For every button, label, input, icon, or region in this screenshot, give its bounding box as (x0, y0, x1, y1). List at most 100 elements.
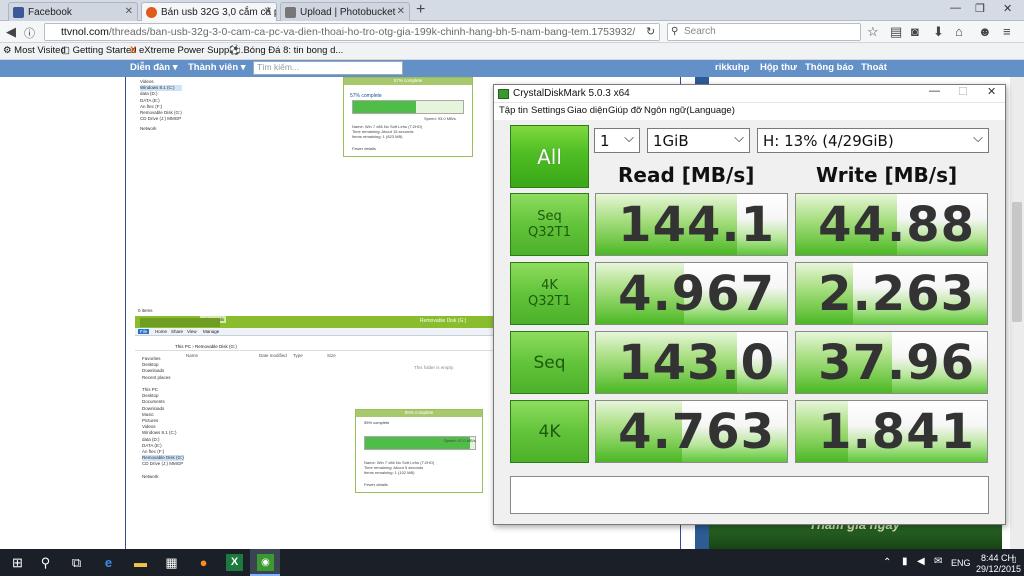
page-info-icon[interactable]: ⓘ (24, 25, 35, 41)
embedded-nav-tree: Favorites Desktop Downloads Recent place… (142, 356, 184, 480)
home-icon[interactable]: ⌂ (955, 24, 963, 39)
close-icon[interactable]: ✕ (125, 6, 133, 17)
tab-photobucket[interactable]: Upload | Photobucket ✕ (280, 2, 410, 21)
4k-q32t1-button[interactable]: 4K Q32T1 (510, 262, 589, 325)
network-icon[interactable]: ▮ (902, 556, 908, 567)
minimize-icon[interactable]: — (950, 2, 961, 14)
tab-title: Bán usb 32G 3,0 cắm cả p... (161, 6, 277, 18)
seq-q32t1-read-value: 144.1 (618, 197, 775, 253)
window-title: CrystalDiskMark 5.0.3 x64 (513, 88, 630, 99)
url-bar[interactable]: ttvnol.com/threads/ban-usb-32g-3-0-cam-c… (44, 23, 660, 41)
4k-write-cell: 1.841 (795, 400, 988, 463)
site-search-input[interactable]: Tìm kiếm... (253, 61, 403, 75)
file-explorer-icon[interactable]: ▬ (132, 554, 149, 571)
back-button[interactable]: ◀ (6, 24, 16, 40)
minimize-icon[interactable]: — (929, 85, 940, 97)
nav-inbox[interactable]: Hộp thư (760, 62, 797, 73)
crystaldiskmark-icon[interactable]: ◉ (257, 554, 274, 571)
dialog-fewer-details: Fewer details (352, 146, 376, 151)
chevron-up-icon[interactable]: ⌃ (883, 557, 891, 568)
volume-icon[interactable]: ◀ (917, 556, 925, 567)
restore-icon[interactable]: ❐ (975, 2, 985, 15)
window-titlebar[interactable]: CrystalDiskMark 5.0.3 x64 — ☐ ✕ (494, 85, 1005, 103)
ribbon-tab: View (187, 329, 197, 334)
bookmark-most-visited[interactable]: ⚙ Most Visited (3, 45, 66, 56)
ribbon-tab: File (138, 329, 150, 334)
seq-write-value: 37.96 (818, 335, 975, 391)
scroll-thumb[interactable] (1012, 202, 1022, 322)
page-icon (285, 6, 296, 18)
bookmarks-bar: ⚙ Most Visited ▢ Getting Started X eXtre… (0, 43, 1024, 60)
4k-q32t1-read-cell: 4.967 (595, 262, 788, 325)
excel-icon[interactable]: X (226, 554, 243, 571)
all-button[interactable]: All (510, 125, 589, 188)
url-path: /threads/ban-usb-32g-3-0-cam-ca-pc-va-di… (108, 26, 636, 38)
content-border-left (125, 77, 126, 549)
menu-file[interactable]: Tập tin (499, 105, 528, 116)
search-input[interactable]: Search (667, 23, 861, 41)
seq-button[interactable]: Seq (510, 331, 589, 394)
new-tab-button[interactable]: + (416, 1, 425, 19)
close-icon[interactable]: ✕ (397, 6, 405, 17)
column-header: Name (186, 353, 199, 358)
drive-select[interactable]: H: 13% (4/29GiB) ⌵ (757, 128, 989, 153)
start-icon[interactable]: ⊞ (9, 554, 26, 571)
store-icon[interactable]: ▦ (163, 554, 180, 571)
bookmark-bong-da[interactable]: ⚽ Bóng Đá 8: tin bong d... (229, 45, 343, 56)
drive-value: H: 13% (4/29GiB) (763, 132, 894, 150)
clock-date[interactable]: 29/12/2015 (976, 564, 1021, 574)
download-icon[interactable]: ⬇ (933, 24, 944, 40)
search-icon[interactable]: ⚲ (37, 554, 54, 571)
notification-icon[interactable]: ✉ (934, 556, 942, 567)
menu-help[interactable]: Giúp đỡ (608, 105, 642, 116)
nav-username[interactable]: rikkuhp (715, 62, 749, 73)
page-scrollbar[interactable] (1010, 77, 1024, 549)
action-center-icon[interactable]: ▯ (1012, 555, 1016, 564)
seq-q32t1-button[interactable]: Seq Q32T1 (510, 193, 589, 256)
explorer-title: Removable Disk (G:) (420, 318, 467, 324)
row-label-line1: Seq (533, 352, 566, 373)
nav-members[interactable]: Thành viên ▾ (188, 62, 246, 73)
test-size-value: 1GiB (653, 132, 689, 150)
task-view-icon[interactable]: ⧉ (68, 554, 85, 571)
nav-logout[interactable]: Thoát (861, 62, 887, 73)
pocket-icon[interactable]: ◙ (911, 24, 919, 39)
tab-facebook[interactable]: Facebook ✕ (8, 2, 138, 21)
tab-current[interactable]: Bán usb 32G 3,0 cắm cả p... ✕ (141, 2, 277, 21)
close-window-icon[interactable]: ✕ (1003, 2, 1012, 15)
test-size-select[interactable]: 1GiB ⌵ (647, 128, 750, 153)
bookmark-extreme-power[interactable]: X eXtreme Power Supply... (130, 45, 243, 56)
nav-forums[interactable]: Diễn đàn ▾ (130, 62, 178, 73)
row-label-line1: 4K (538, 421, 561, 442)
chat-icon[interactable]: ☻ (978, 24, 992, 39)
reading-list-icon[interactable]: ▤ (890, 24, 902, 40)
menu-icon[interactable]: ≡ (1003, 24, 1011, 39)
test-count-select[interactable]: 1 ⌵ (594, 128, 640, 153)
bookmark-label: Bóng Đá 8: tin bong d... (243, 45, 344, 56)
ribbon-tab: Manage (203, 329, 220, 334)
menu-theme[interactable]: Giao diện (567, 105, 608, 116)
dialog-head: 57% complete (344, 78, 472, 85)
tab-bar: Facebook ✕ Bán usb 32G 3,0 cắm cả p... ✕… (0, 0, 1024, 21)
address-text: This PC › Removable Disk (G:) (175, 344, 237, 349)
bookmark-star-icon[interactable]: ☆ (867, 24, 879, 40)
comment-field[interactable] (510, 476, 989, 514)
language-indicator[interactable]: ENG (951, 558, 971, 568)
reload-icon[interactable]: ↻ (646, 25, 655, 38)
tab-title: Facebook (28, 6, 72, 18)
edge-icon[interactable]: e (100, 554, 117, 571)
app-icon (498, 89, 509, 99)
menu-language[interactable]: Ngôn ngữ(Language) (644, 105, 735, 116)
4k-read-cell: 4.763 (595, 400, 788, 463)
close-icon[interactable]: ✕ (987, 85, 996, 98)
4k-button[interactable]: 4K (510, 400, 589, 463)
firefox-icon[interactable]: ● (195, 554, 212, 571)
nav-notifications[interactable]: Thông báo (805, 62, 854, 73)
maximize-icon[interactable]: ☐ (958, 85, 968, 98)
bookmark-getting-started[interactable]: ▢ Getting Started (61, 45, 137, 56)
4k-q32t1-read-value: 4.967 (618, 266, 775, 322)
progress-fill (353, 101, 416, 113)
clock-time[interactable]: 8:44 CH (981, 553, 1014, 563)
menu-settings[interactable]: Settings (531, 105, 565, 116)
close-icon[interactable]: ✕ (264, 6, 272, 17)
